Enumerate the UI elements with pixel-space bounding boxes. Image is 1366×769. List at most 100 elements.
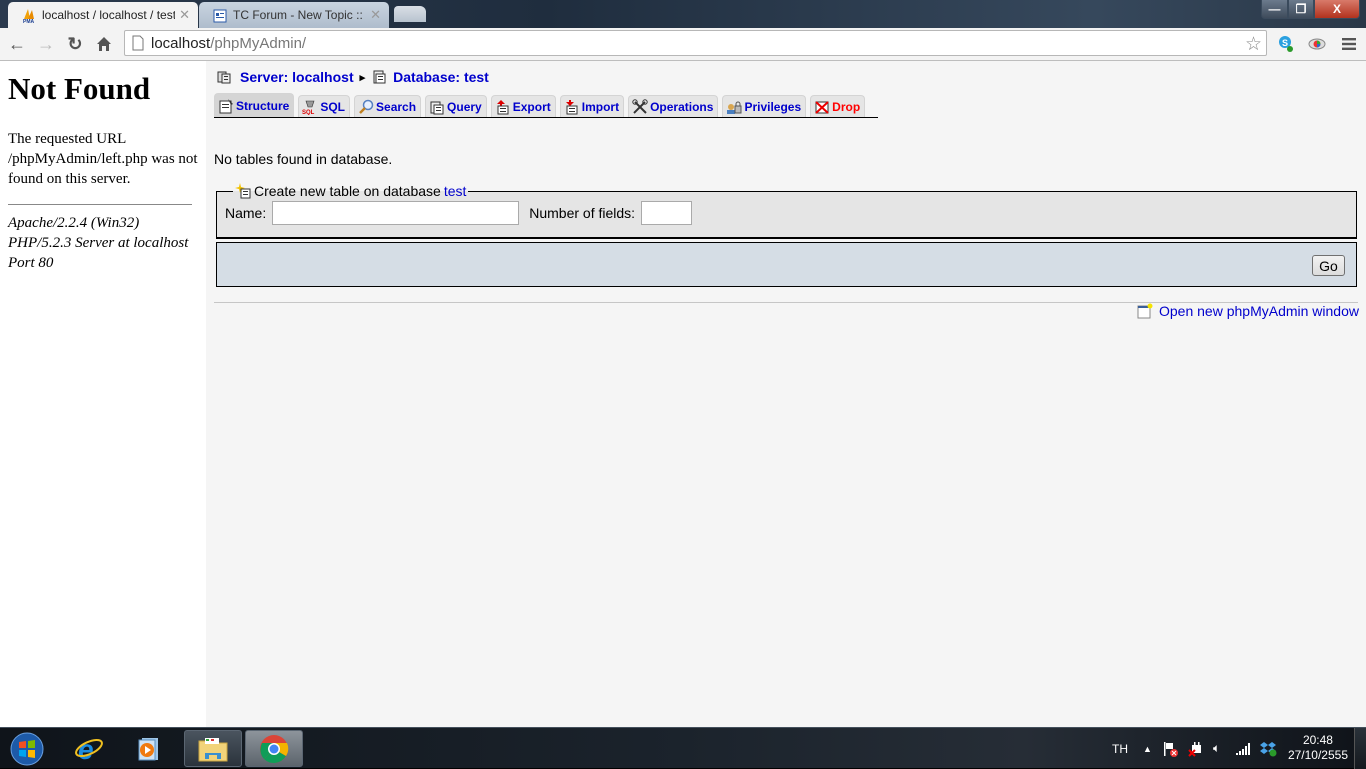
caret-up-icon: ▲ <box>1143 743 1152 754</box>
taskbar-chrome[interactable] <box>245 730 303 767</box>
dropbox-tray[interactable] <box>1260 728 1278 769</box>
chrome-menu-button[interactable] <box>1338 33 1360 55</box>
export-icon <box>496 99 509 114</box>
address-bar[interactable]: localhost/phpMyAdmin/ ☆ <box>124 30 1267 56</box>
tab-sql[interactable]: SQL SQL <box>298 95 351 117</box>
browser-toolbar: ← → ↻ localhost/phpMyAdmin/ ☆ S <box>0 28 1366 61</box>
reload-button[interactable]: ↻ <box>64 33 86 55</box>
database-icon <box>373 70 386 84</box>
new-window-icon <box>1137 303 1153 319</box>
signal-bars-icon <box>1236 742 1250 755</box>
fields-count-label: Number of fields: <box>529 205 636 221</box>
chrome-icon <box>260 734 289 763</box>
search-icon <box>359 99 374 114</box>
taskbar-explorer[interactable] <box>184 730 242 767</box>
database-name-link[interactable]: test <box>444 183 467 199</box>
language-label: TH <box>1112 741 1128 756</box>
page-icon <box>132 35 144 51</box>
clock-time: 20:48 <box>1302 733 1333 747</box>
tab-title: TC Forum - New Topic :: ข <box>233 7 367 22</box>
tab-tc-forum[interactable]: TC Forum - New Topic :: ข ✕ <box>199 2 389 28</box>
drop-icon <box>815 100 829 114</box>
table-name-input[interactable] <box>272 201 520 225</box>
go-button[interactable]: Go <box>1312 255 1345 276</box>
tab-operations[interactable]: Operations <box>628 95 719 117</box>
eye-icon <box>1308 38 1326 50</box>
volume-tray[interactable]: 🔈︎ <box>1213 728 1220 769</box>
minimize-button[interactable]: — <box>1261 0 1288 19</box>
tab-drop[interactable]: Drop <box>810 95 866 117</box>
database-link[interactable]: Database: test <box>393 69 489 85</box>
skype-extension-button[interactable]: S <box>1274 33 1296 55</box>
internet-explorer-icon: e <box>75 734 103 764</box>
form-footer: Go <box>216 242 1357 287</box>
close-window-button[interactable]: X <box>1314 0 1360 19</box>
main-frame: Server: localhost ▸ Database: test Struc… <box>206 61 1366 727</box>
url-path: /phpMyAdmin/ <box>210 34 307 52</box>
home-button[interactable] <box>93 33 115 55</box>
structure-icon <box>219 98 233 113</box>
tab-label: Privileges <box>744 99 802 114</box>
privileges-icon <box>727 101 742 114</box>
open-new-window-link[interactable]: Open new phpMyAdmin window <box>1159 303 1359 319</box>
forward-button[interactable]: → <box>35 33 57 55</box>
svg-text:PMA: PMA <box>23 19 35 23</box>
tab-export[interactable]: Export <box>490 95 556 117</box>
show-desktop-button[interactable] <box>1354 728 1366 769</box>
db-tabs: Structure SQL SQL Search Query Export Im… <box>214 93 878 118</box>
tab-label: Export <box>512 99 551 114</box>
power-tray[interactable] <box>1188 728 1204 769</box>
taskbar-internet-explorer[interactable]: e <box>60 730 118 767</box>
tab-phpmyadmin[interactable]: PMA localhost / localhost / test ✕ <box>8 2 198 28</box>
language-indicator[interactable]: TH <box>1112 728 1128 769</box>
create-table-legend: Create new table on database test <box>233 183 468 199</box>
error-heading: Not Found <box>8 71 151 106</box>
server-signature: Apache/2.2.4 (Win32) PHP/5.2.3 Server at… <box>8 215 189 271</box>
legend-text: Create new table on database <box>254 183 441 199</box>
restore-icon: ❐ <box>1295 2 1307 16</box>
taskbar-media-player[interactable] <box>120 730 178 767</box>
folder-icon <box>198 737 228 761</box>
close-tab-icon[interactable]: ✕ <box>179 7 190 23</box>
start-button[interactable] <box>2 730 52 767</box>
tab-search[interactable]: Search <box>354 95 422 117</box>
media-player-icon <box>138 737 158 760</box>
new-window-link-container: Open new phpMyAdmin window <box>1137 303 1359 319</box>
windows-start-icon <box>10 732 44 765</box>
back-button[interactable]: ← <box>6 33 28 55</box>
query-icon <box>430 101 444 114</box>
new-tab-button[interactable] <box>394 6 426 22</box>
tab-import[interactable]: Import <box>559 95 625 117</box>
system-clock[interactable]: 20:48 27/10/2555 <box>1288 733 1348 763</box>
browser-chrome: PMA localhost / localhost / test ✕ TC Fo… <box>0 0 1366 61</box>
server-link[interactable]: Server: localhost <box>240 69 354 85</box>
tab-query[interactable]: Query <box>425 95 487 117</box>
action-center-flag-icon <box>1164 741 1178 757</box>
eye-extension-button[interactable] <box>1306 33 1328 55</box>
windows-taskbar: e TH ▲ 🔈︎ 20:48 27/10/2555 <box>0 727 1366 769</box>
skype-icon: S <box>1279 36 1293 52</box>
tab-structure[interactable]: Structure <box>214 93 295 117</box>
forum-icon <box>213 9 227 23</box>
tab-label: Import <box>581 99 620 114</box>
tab-title: localhost / localhost / test <box>42 8 176 22</box>
server-icon <box>217 71 231 84</box>
tab-label: SQL <box>320 99 346 114</box>
minimize-icon: — <box>1268 2 1281 16</box>
bookmark-star-icon[interactable]: ☆ <box>1245 33 1262 56</box>
tab-privileges[interactable]: Privileges <box>722 95 807 117</box>
fields-count-input[interactable] <box>641 201 693 225</box>
speaker-icon: 🔈︎ <box>1213 741 1221 755</box>
clock-date: 27/10/2555 <box>1287 748 1348 762</box>
network-tray[interactable] <box>1236 728 1252 769</box>
maximize-button[interactable]: ❐ <box>1288 0 1314 19</box>
divider <box>8 204 192 205</box>
close-tab-icon[interactable]: ✕ <box>370 7 381 23</box>
tab-label: Operations <box>650 99 714 114</box>
svg-text:e: e <box>78 734 94 764</box>
left-frame: Not Found The requested URL /phpMyAdmin/… <box>0 61 206 727</box>
breadcrumb: Server: localhost ▸ Database: test <box>216 69 489 85</box>
svg-text:S: S <box>1282 38 1288 48</box>
show-hidden-icons-button[interactable]: ▲ <box>1143 728 1152 769</box>
action-center-tray[interactable] <box>1163 728 1179 769</box>
